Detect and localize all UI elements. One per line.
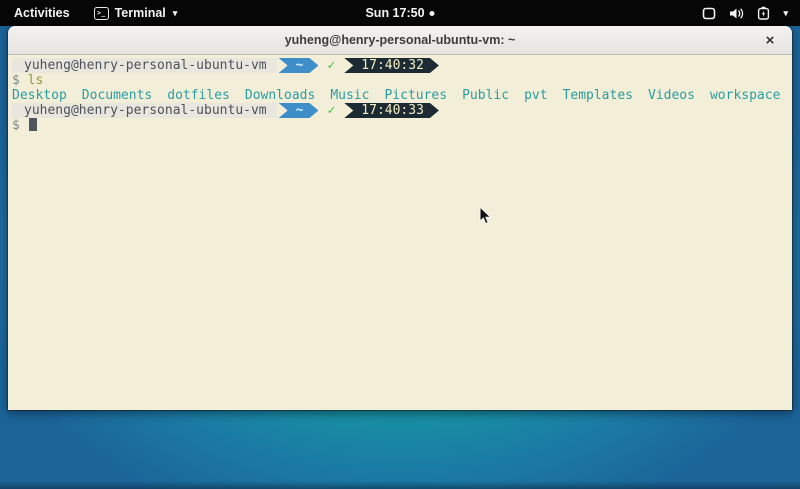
volume-icon — [729, 7, 744, 20]
ls-item: Desktop — [12, 88, 67, 103]
screen-status-icon — [702, 7, 716, 20]
terminal-window: yuheng@henry-personal-ubuntu-vm: ~ × yuh… — [8, 26, 792, 410]
desktop-background: Activities >_ Terminal ▾ Sun 17:50 — [0, 0, 800, 489]
window-titlebar[interactable]: yuheng@henry-personal-ubuntu-vm: ~ × — [8, 26, 792, 55]
prompt-line-1: yuheng@henry-personal-ubuntu-vm ~ ✓ 17:4… — [12, 58, 788, 73]
prompt-symbol: $ — [12, 118, 20, 133]
terminal-content[interactable]: yuheng@henry-personal-ubuntu-vm ~ ✓ 17:4… — [8, 55, 792, 410]
ls-item: Downloads — [245, 88, 315, 103]
terminal-app-icon: >_ — [94, 7, 109, 20]
input-line[interactable]: $ — [12, 118, 788, 133]
prompt-time-segment: 17:40:32 — [344, 58, 439, 73]
ls-item: Public — [462, 88, 509, 103]
prompt-user-segment: yuheng@henry-personal-ubuntu-vm — [12, 103, 277, 118]
ls-item: workspace — [710, 88, 780, 103]
prompt-time-segment: 17:40:33 — [344, 103, 439, 118]
command-text: ls — [28, 73, 44, 88]
ls-item: pvt — [524, 88, 547, 103]
clock-label: Sun 17:50 — [365, 6, 424, 20]
activities-button[interactable]: Activities — [0, 0, 84, 26]
prompt-path-segment: ~ — [279, 58, 319, 73]
ls-item: Documents — [82, 88, 152, 103]
ls-item: Music — [330, 88, 369, 103]
ls-item: Templates — [563, 88, 633, 103]
status-check-icon: ✓ — [318, 58, 342, 73]
prompt-path-segment: ~ — [279, 103, 319, 118]
prompt-symbol: $ — [12, 73, 20, 88]
app-menu-terminal[interactable]: >_ Terminal ▾ — [84, 0, 188, 26]
status-check-icon: ✓ — [318, 103, 342, 118]
prompt-user-segment: yuheng@henry-personal-ubuntu-vm — [12, 58, 277, 73]
window-title: yuheng@henry-personal-ubuntu-vm: ~ — [8, 33, 792, 47]
prompt-line-2: yuheng@henry-personal-ubuntu-vm ~ ✓ 17:4… — [12, 103, 788, 118]
chevron-down-icon: ▾ — [173, 8, 178, 19]
command-line: $ ls — [12, 73, 788, 88]
notification-dot-icon — [430, 11, 435, 16]
terminal-cursor — [29, 118, 37, 131]
ls-item: Videos — [648, 88, 695, 103]
clock-button[interactable]: Sun 17:50 — [365, 0, 434, 26]
system-status-area[interactable]: ▾ — [690, 0, 800, 26]
top-bar: Activities >_ Terminal ▾ Sun 17:50 — [0, 0, 800, 26]
battery-charging-icon — [757, 6, 770, 20]
ls-item: dotfiles — [167, 88, 230, 103]
app-menu-label: Terminal — [115, 6, 166, 20]
ls-output-row: Desktop Documents dotfiles Downloads Music Pi… — [12, 88, 788, 103]
close-button[interactable]: × — [758, 26, 782, 54]
system-menu-chevron-icon: ▾ — [783, 8, 788, 19]
ls-item: Pictures — [384, 88, 447, 103]
